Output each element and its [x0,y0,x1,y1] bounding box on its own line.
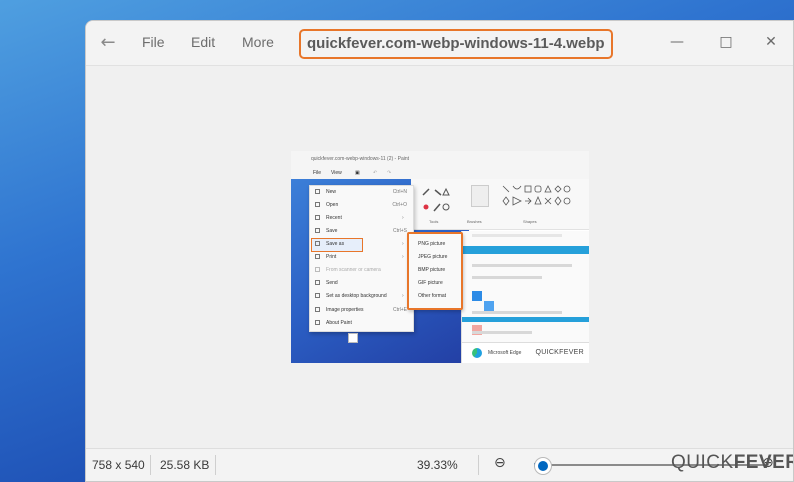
divider [150,455,151,475]
image-blue-band [462,246,589,254]
image-about-icon [315,320,320,325]
image-tile [484,301,494,311]
image-submenu-item: Other format [418,293,447,299]
image-menu-shortcut: Ctrl+E [392,307,407,313]
watermark-quick: QUICK [671,452,734,473]
image-save-as-submenu: PNG picture JPEG picture BMP picture GIF… [407,232,463,310]
watermark-fever: FEVER [733,452,794,473]
image-menu-item: Set as desktop background [326,293,387,299]
image-redo-icon: ↷ [387,170,392,176]
image-menu-item: New [326,189,337,195]
image-panel-row [472,311,562,314]
image-window-title: quickfever.com-webp-windows-11 (2) - Pai… [311,156,410,162]
image-menubar: File View ▣ ↶ ↷ [291,167,589,179]
file-size: 25.58 KB [160,458,210,472]
image-menu-item: Send [326,280,338,286]
maximize-icon[interactable]: □ [706,29,746,55]
image-chevron-right-icon: › [402,241,404,247]
zoom-out-icon[interactable]: ⊖ [494,455,506,471]
arrow-left-icon[interactable]: ← [94,31,122,55]
image-panel-row [472,331,532,334]
image-menu-file: File [313,170,322,176]
image-panel-row [472,264,572,267]
image-canvas: quickfever.com-webp-windows-11 (2) - Pai… [86,66,793,449]
image-submenu-item: PNG picture [418,241,446,247]
menu-edit[interactable]: Edit [191,34,215,50]
image-menu-item: Print [326,254,337,260]
divider [478,455,479,475]
image-print-icon [315,254,320,259]
image-title-bar: quickfever.com-webp-windows-11 (2) - Pai… [291,151,589,167]
image-taskbar-footer: Microsoft Edge QUICKFEVER [462,342,589,363]
image-panel-row [472,276,542,279]
image-menu-item: Save [326,228,338,234]
menu-file[interactable]: File [142,34,165,50]
close-icon[interactable]: ✕ [751,29,791,55]
image-label-brushes: Brushes [467,219,482,224]
image-send-icon [315,280,320,285]
image-edge-label: Microsoft Edge [488,350,522,356]
image-tile [472,291,482,301]
image-chevron-right-icon: › [402,254,404,260]
image-menu-shortcut: Ctrl+N [392,189,407,195]
image-new-icon [315,189,320,194]
image-dimensions: 758 x 540 [92,458,145,472]
image-edge-icon [472,348,482,358]
image-desktop-bg-icon [315,293,320,298]
zoom-percentage: 39.33% [417,458,458,472]
image-open-icon [315,202,320,207]
image-submenu-item: GIF picture [418,280,443,286]
image-menu-item: From scanner or camera [326,267,381,273]
image-tools-icons [422,187,450,212]
title-bar: ← File Edit More quickfever.com-webp-win… [86,21,793,66]
image-label-tools: Tools [429,219,439,224]
image-panel-band [462,317,589,322]
image-submenu-item: BMP picture [418,267,446,273]
image-file-menu: New Ctrl+N Open Ctrl+O Recent › Save Ctr… [309,185,414,332]
image-save-as-icon [315,241,320,246]
image-menu-item: About Paint [326,320,352,326]
file-name: quickfever.com-webp-windows-11-4.webp [299,29,613,59]
image-menu-item: Recent [326,215,342,221]
image-recent-icon [315,215,320,220]
image-menu-shortcut: Ctrl+S [392,228,407,234]
zoom-slider-thumb[interactable] [535,458,552,474]
image-chevron-right-icon: › [402,293,404,299]
image-chevron-right-icon: › [402,215,404,221]
image-watermark: QUICKFEVER [535,349,584,356]
image-shapes-icons [502,185,571,206]
status-bar: 758 x 540 25.58 KB 39.33% ⊖ ⊕ QUICKFEVER [86,448,793,481]
minimize-icon[interactable]: — [657,29,697,55]
menu-more[interactable]: More [242,34,274,50]
image-save-icon [315,228,320,233]
image-submenu-item: JPEG picture [418,254,448,260]
photos-app-window: ← File Edit More quickfever.com-webp-win… [85,20,794,482]
image-browser-panel: Microsoft Edge QUICKFEVER [461,231,589,363]
image-menu-item: Open [326,202,339,208]
image-menu-item: Image properties [326,307,364,313]
image-label-shapes: Shapes [523,219,537,224]
image-menu-view: View [331,170,342,176]
image-brush-icon [471,185,489,207]
divider [215,455,216,475]
image-properties-icon [315,307,320,312]
image-undo-icon: ↶ [373,170,378,176]
image-menu-shortcut: Ctrl+O [392,202,407,208]
image-desktop-icon [348,333,358,343]
image-panel-row [472,234,562,237]
displayed-image: quickfever.com-webp-windows-11 (2) - Pai… [291,151,589,363]
image-scanner-icon [315,267,320,272]
quickfever-watermark: QUICKFEVER [671,452,794,474]
image-crop-icon: ▣ [355,170,360,176]
image-ribbon: Tools Brushes Shapes [411,179,589,230]
image-menu-item: Save as [326,241,345,247]
